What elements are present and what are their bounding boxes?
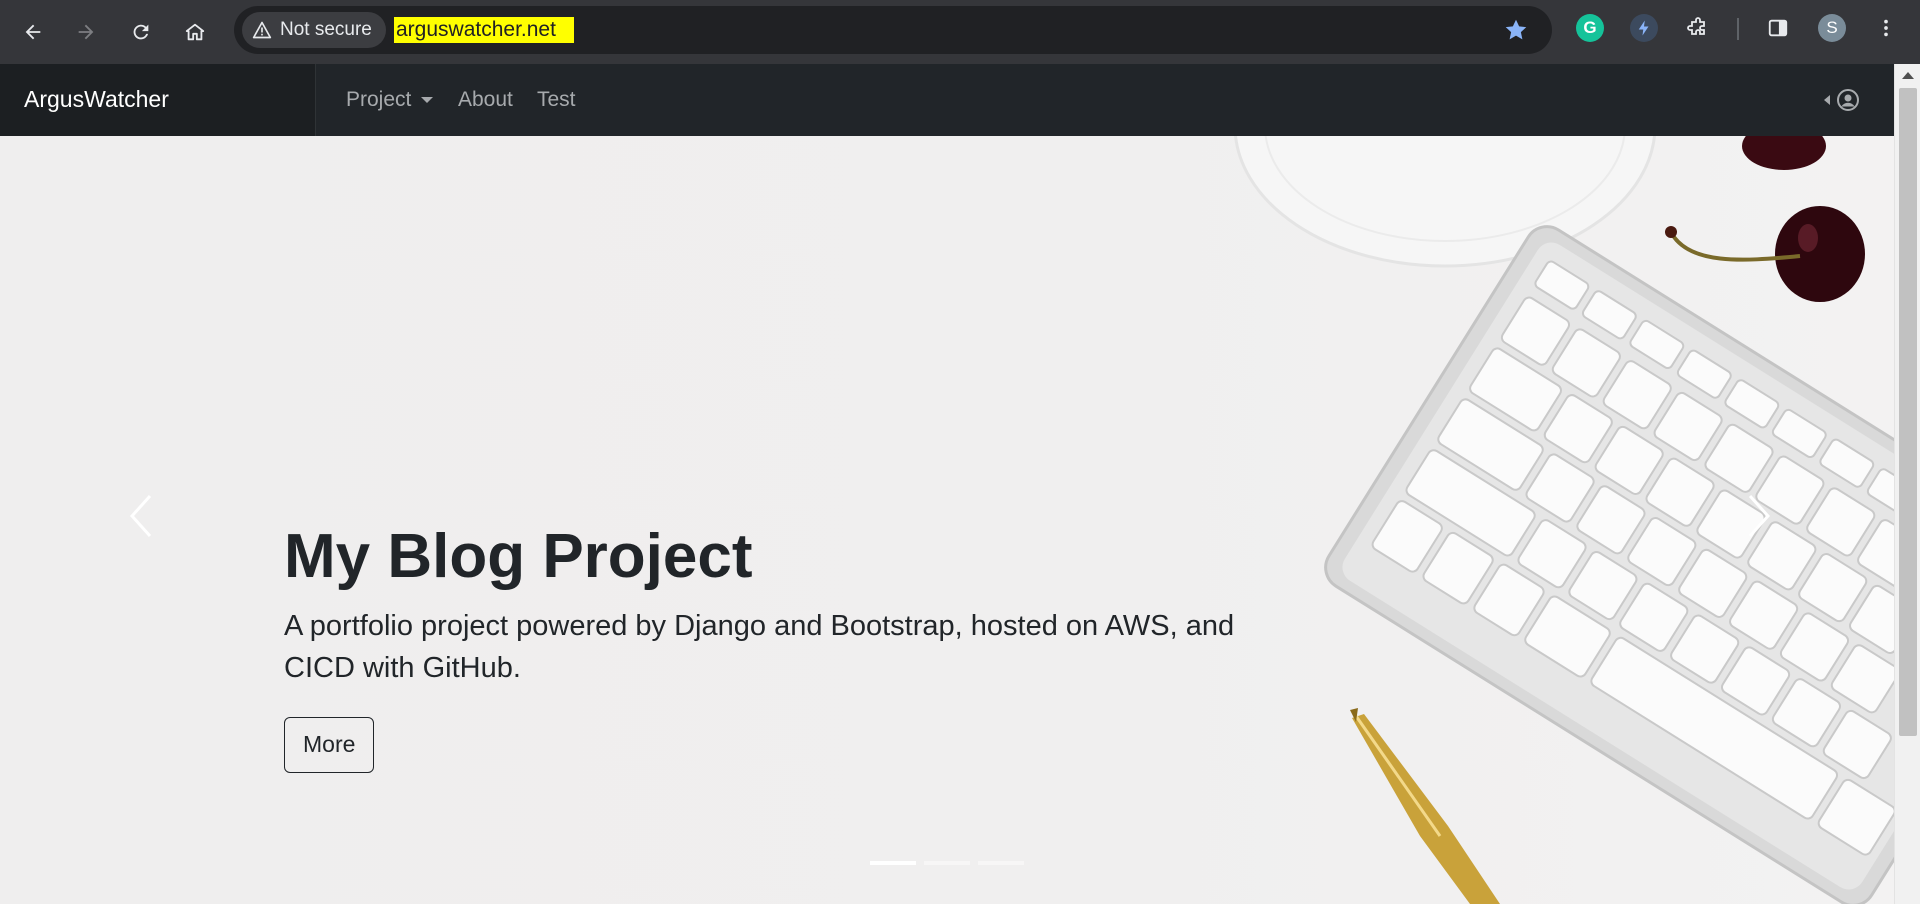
caret-left-icon <box>1824 95 1830 105</box>
chevron-left-icon <box>129 494 152 538</box>
brand-area: ArgusWatcher <box>0 64 316 136</box>
back-button[interactable] <box>13 12 53 52</box>
carousel-next-button[interactable] <box>1734 486 1780 546</box>
address-bar[interactable]: Not secure arguswatcher.net <box>234 6 1552 54</box>
nav-test-label: Test <box>537 88 576 111</box>
warning-icon <box>252 21 272 39</box>
home-icon <box>185 23 205 41</box>
profile-avatar[interactable]: S <box>1818 14 1846 42</box>
security-label: Not secure <box>280 19 372 40</box>
toolbar-separator <box>1737 18 1739 40</box>
carousel-indicator-3[interactable] <box>978 861 1024 865</box>
hero-carousel: My Blog Project A portfolio project powe… <box>0 136 1894 904</box>
user-menu-toggle[interactable] <box>1824 88 1860 112</box>
carousel-prev-button[interactable] <box>120 486 166 546</box>
nav-project-label: Project <box>346 88 412 111</box>
forward-button[interactable] <box>66 12 106 52</box>
reload-button[interactable] <box>121 12 161 52</box>
nav-about-label: About <box>458 88 513 111</box>
nav-project-dropdown[interactable]: Project <box>346 88 434 112</box>
side-panel-button[interactable] <box>1764 14 1792 42</box>
scroll-thumb[interactable] <box>1899 88 1917 736</box>
browser-menu-button[interactable] <box>1872 14 1900 42</box>
nav-about-link[interactable]: About <box>458 88 513 112</box>
grammarly-icon: G <box>1583 18 1597 37</box>
more-button[interactable]: More <box>284 717 375 773</box>
lightning-extension-icon <box>1638 20 1649 36</box>
carousel-indicator-1[interactable] <box>870 861 916 865</box>
page-scrollbar[interactable] <box>1894 64 1920 904</box>
desk-photo <box>1234 136 1894 904</box>
star-icon <box>1505 19 1527 40</box>
hero-title: My Blog Project <box>284 522 753 591</box>
reload-icon <box>133 24 149 40</box>
site-brand[interactable]: ArgusWatcher <box>24 86 169 113</box>
page-viewport: ArgusWatcher Project About Test My Blog … <box>0 64 1920 904</box>
lightning-extension[interactable] <box>1630 14 1658 42</box>
carousel-indicator-2[interactable] <box>924 861 970 865</box>
browser-toolbar: Not secure arguswatcher.net G S <box>0 0 1920 64</box>
nav-test-link[interactable]: Test <box>537 88 576 112</box>
scroll-up-arrow-icon[interactable] <box>1902 72 1914 79</box>
arrow-right-icon <box>78 24 94 40</box>
user-circle-icon <box>1837 89 1859 111</box>
carousel-caption: My Blog Project A portfolio project powe… <box>284 521 1264 773</box>
hero-description: A portfolio project powered by Django an… <box>284 610 1235 684</box>
side-panel-icon <box>1768 19 1788 37</box>
bookmark-button[interactable] <box>1496 10 1536 50</box>
grammarly-extension[interactable]: G <box>1576 14 1604 42</box>
url-text[interactable]: arguswatcher.net <box>394 17 574 43</box>
more-vert-icon <box>1884 19 1888 37</box>
extensions-button[interactable] <box>1684 14 1712 42</box>
carousel-indicators <box>870 861 1024 865</box>
chevron-right-icon <box>1748 494 1771 538</box>
home-button[interactable] <box>175 12 215 52</box>
security-indicator[interactable]: Not secure <box>242 12 386 48</box>
arrow-left-icon <box>25 24 41 40</box>
puzzle-icon <box>1687 17 1705 35</box>
site-navbar: ArgusWatcher Project About Test <box>0 64 1894 136</box>
caret-down-icon <box>421 97 434 103</box>
